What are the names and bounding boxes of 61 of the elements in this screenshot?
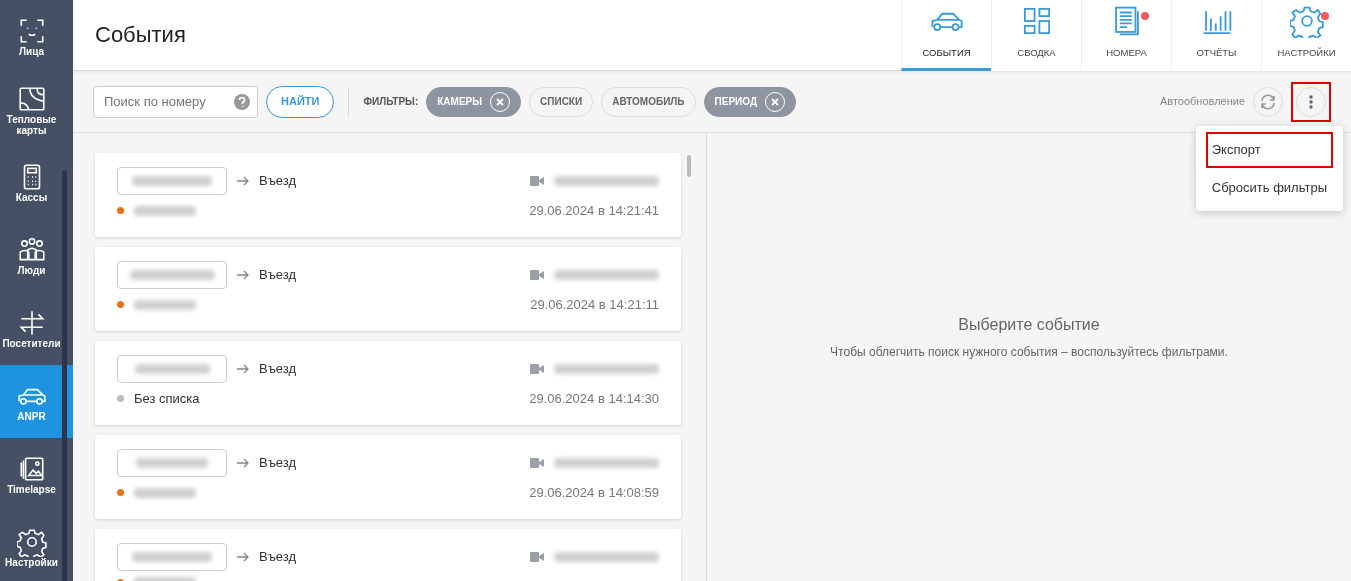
nav-tab[interactable]: ОТЧЁТЫ [1171, 0, 1261, 71]
empty-title: Выберите событие [958, 315, 1100, 335]
direction-label: Въезд [259, 172, 296, 191]
nav-tab[interactable]: СОБЫТИЯ [901, 0, 991, 71]
event-time: 29.06.2024 в 14:08:59 [529, 484, 659, 502]
filter-chip[interactable]: СПИСКИ [529, 86, 594, 117]
video-camera-icon [530, 176, 544, 186]
event-card[interactable]: Въезд Без списка 29.06.2024 в 14:14:30 [95, 341, 681, 425]
nav-tab[interactable]: НОМЕРА [1081, 0, 1171, 71]
event-card[interactable]: Въезд [95, 529, 681, 581]
arrow-icon [237, 270, 249, 280]
sidebar-item[interactable]: Посетители [0, 292, 73, 365]
redacted-text [134, 205, 196, 216]
event-time: 29.06.2024 в 14:14:30 [529, 390, 659, 408]
nav-tab[interactable]: СВОДКА [991, 0, 1081, 71]
sidebar-item[interactable]: Timelapse [0, 438, 73, 511]
scrollbar[interactable] [62, 170, 67, 581]
video-camera-icon [530, 552, 544, 562]
sidebar-item[interactable]: Лица [0, 0, 73, 73]
arrow-icon [237, 176, 249, 186]
refresh-icon [1259, 92, 1277, 111]
more-icon [1309, 94, 1313, 109]
sidebar-item[interactable]: Люди [0, 219, 73, 292]
empty-hint: Чтобы облегчить поиск нужного события – воспользуйтесь фильтрами. [830, 344, 1228, 361]
redacted-text [136, 458, 208, 468]
menu-item[interactable]: Сбросить фильтры [1205, 169, 1333, 205]
sidebar-item[interactable]: Тепловые карты [0, 73, 73, 146]
nav-tab[interactable]: НАСТРОЙКИ [1261, 0, 1351, 71]
video-camera-icon [530, 270, 544, 280]
arrow-icon [237, 552, 249, 562]
sidebar-item[interactable]: Кассы [0, 146, 73, 219]
event-card[interactable]: Въезд 29.06.2024 в 14:21:41 [95, 153, 681, 237]
list-label: Без списка [134, 390, 200, 408]
direction-label: Въезд [259, 266, 296, 285]
direction-label: Въезд [259, 360, 296, 379]
arrow-icon [237, 458, 249, 468]
settings-icon [16, 527, 47, 557]
event-card[interactable]: Въезд 29.06.2024 в 14:08:59 [95, 435, 681, 519]
event-time: 29.06.2024 в 14:21:41 [529, 202, 659, 220]
filter-chip[interactable]: АВТОМОБИЛЬ [601, 86, 696, 117]
scrollbar[interactable] [687, 155, 691, 177]
autoupdate-label: Автообновление [1159, 94, 1245, 110]
page-title: События [95, 21, 187, 49]
settings-icon [1289, 4, 1324, 39]
arrow-icon [237, 364, 249, 374]
menu-item[interactable]: Экспорт [1205, 132, 1333, 168]
filters-label: ФИЛЬТРЫ: [363, 95, 419, 109]
video-camera-icon [530, 364, 544, 374]
notification-dot [1141, 11, 1149, 20]
sidebar-item[interactable]: Настройки [0, 511, 73, 581]
direction-label: Въезд [259, 548, 296, 567]
event-time: 29.06.2024 в 14:21:11 [530, 296, 659, 314]
video-camera-icon [530, 458, 544, 468]
redacted-text [134, 487, 196, 498]
redacted-text [134, 299, 196, 310]
notification-dot [1321, 11, 1329, 20]
event-card[interactable]: Въезд 29.06.2024 в 14:21:11 [95, 247, 681, 331]
swap-arrows-icon [16, 308, 47, 338]
search-field[interactable]: Поиск по номеру [93, 85, 258, 118]
refresh-button[interactable] [1253, 86, 1283, 117]
direction-label: Въезд [259, 454, 296, 473]
